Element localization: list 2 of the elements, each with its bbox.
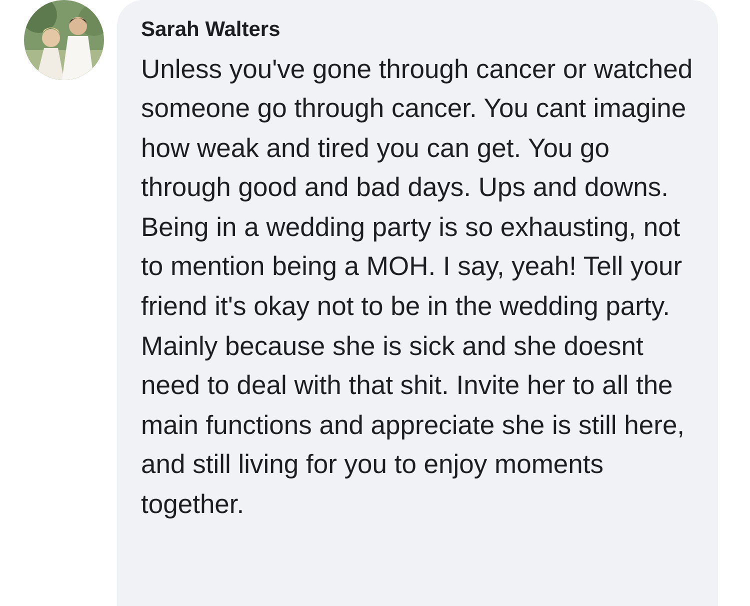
comment-text: Unless you've gone through cancer or watched someone go through cancer. You cant imagine how weak and tired you can get. You go through good and bad days. Ups and downs. Being in a wedding party is so exhausting, not to mention being a MOH. I say, yeah! Tell your friend it's okay not to be in the wedding party. Mainly because she is sick and she doesnt need to deal with that shit. Invite her to all the main functions and appreciate she is still here, and still living for you to enjoy moments together. [141, 52, 694, 522]
author-name[interactable]: Sarah Walters [141, 14, 280, 46]
